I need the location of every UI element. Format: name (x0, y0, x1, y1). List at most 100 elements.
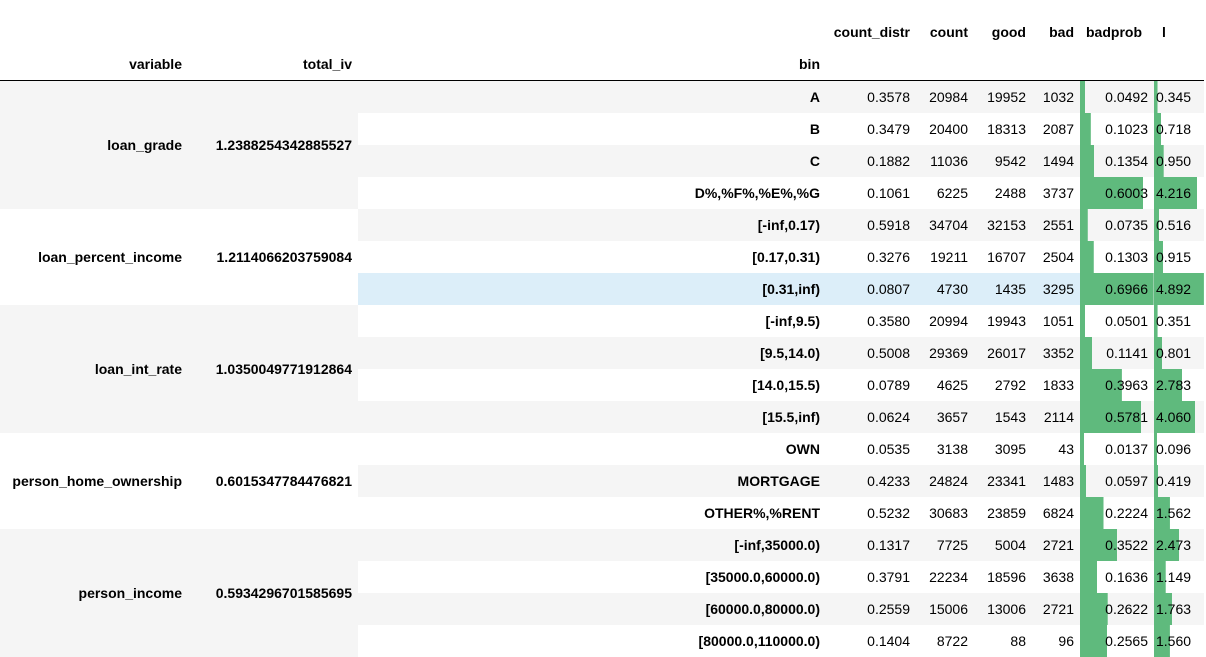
woe-bar-cell: 0.419 (1154, 465, 1204, 497)
bin-cell: A (358, 81, 826, 114)
good-cell: 32153 (974, 209, 1032, 241)
bad-cell: 3295 (1032, 273, 1080, 305)
bad-cell: 2551 (1032, 209, 1080, 241)
total-iv-cell: 1.2388254342885527 (188, 81, 358, 210)
header-total-iv[interactable]: total_iv (188, 48, 358, 81)
good-cell: 19952 (974, 81, 1032, 114)
good-cell: 18313 (974, 113, 1032, 145)
good-cell: 18596 (974, 561, 1032, 593)
bin-cell: D%,%F%,%E%,%G (358, 177, 826, 209)
count-cell: 22234 (916, 561, 974, 593)
bin-cell: [9.5,14.0) (358, 337, 826, 369)
good-cell: 26017 (974, 337, 1032, 369)
badprob-bar-cell: 0.6003 (1080, 177, 1154, 209)
bin-cell: [60000.0,80000.0) (358, 593, 826, 625)
bin-cell: [-inf,0.17) (358, 209, 826, 241)
bad-cell: 1051 (1032, 305, 1080, 337)
bin-cell: B (358, 113, 826, 145)
woe-bar-cell: 0.516 (1154, 209, 1204, 241)
count-cell: 3657 (916, 401, 974, 433)
count-distr-cell: 0.0789 (826, 369, 916, 401)
good-cell: 23341 (974, 465, 1032, 497)
count-distr-cell: 0.0624 (826, 401, 916, 433)
badprob-bar-cell: 0.2224 (1080, 497, 1154, 529)
count-distr-cell: 0.1061 (826, 177, 916, 209)
bad-cell: 1833 (1032, 369, 1080, 401)
blank-header (188, 16, 358, 48)
count-cell: 29369 (916, 337, 974, 369)
good-cell: 1435 (974, 273, 1032, 305)
count-distr-cell: 0.3578 (826, 81, 916, 114)
bad-cell: 3352 (1032, 337, 1080, 369)
variable-cell: person_home_ownership (0, 433, 188, 529)
bin-cell: [15.5,inf) (358, 401, 826, 433)
index-header-row: variable total_iv bin (0, 48, 1204, 81)
bad-cell: 1032 (1032, 81, 1080, 114)
count-distr-cell: 0.0535 (826, 433, 916, 465)
count-distr-cell: 0.1317 (826, 529, 916, 561)
woe-bar-cell: 2.473 (1154, 529, 1204, 561)
bad-cell: 1494 (1032, 145, 1080, 177)
header-bin[interactable]: bin (358, 48, 826, 81)
table-row[interactable]: loan_int_rate1.0350049771912864[-inf,9.5… (0, 305, 1204, 337)
woe-bar-cell: 4.216 (1154, 177, 1204, 209)
bad-cell: 3737 (1032, 177, 1080, 209)
count-cell: 15006 (916, 593, 974, 625)
woe-bar-cell: 0.345 (1154, 81, 1204, 114)
table-row[interactable]: loan_percent_income1.2114066203759084[-i… (0, 209, 1204, 241)
count-distr-cell: 0.5232 (826, 497, 916, 529)
badprob-bar-cell: 0.0501 (1080, 305, 1154, 337)
count-cell: 6225 (916, 177, 974, 209)
header-count-distr[interactable]: count_distr (826, 16, 916, 48)
woe-bar-cell: 1.149 (1154, 561, 1204, 593)
column-header-row: count_distr count good bad badprob l (0, 16, 1204, 48)
bin-cell: [80000.0,110000.0) (358, 625, 826, 657)
good-cell: 2488 (974, 177, 1032, 209)
badprob-bar-cell: 0.3963 (1080, 369, 1154, 401)
bad-cell: 2721 (1032, 529, 1080, 561)
table-row[interactable]: loan_grade1.2388254342885527A0.357820984… (0, 81, 1204, 114)
total-iv-cell: 1.2114066203759084 (188, 209, 358, 305)
good-cell: 88 (974, 625, 1032, 657)
header-badprob[interactable]: badprob (1080, 16, 1154, 48)
header-bad[interactable]: bad (1032, 16, 1080, 48)
bin-cell: [0.17,0.31) (358, 241, 826, 273)
badprob-bar-cell: 0.0597 (1080, 465, 1154, 497)
woe-bar-cell: 1.763 (1154, 593, 1204, 625)
woe-bar-cell: 1.560 (1154, 625, 1204, 657)
header-woe[interactable]: l (1154, 16, 1204, 48)
table-row[interactable]: person_income0.5934296701585695[-inf,350… (0, 529, 1204, 561)
bin-cell: [0.31,inf) (358, 273, 826, 305)
bin-cell: OTHER%,%RENT (358, 497, 826, 529)
count-distr-cell: 0.5918 (826, 209, 916, 241)
count-cell: 34704 (916, 209, 974, 241)
count-distr-cell: 0.3276 (826, 241, 916, 273)
woe-bar-cell: 4.892 (1154, 273, 1204, 305)
good-cell: 16707 (974, 241, 1032, 273)
bad-cell: 3638 (1032, 561, 1080, 593)
count-cell: 3138 (916, 433, 974, 465)
count-distr-cell: 0.3791 (826, 561, 916, 593)
total-iv-cell: 0.6015347784476821 (188, 433, 358, 529)
bad-cell: 2114 (1032, 401, 1080, 433)
woe-bar-cell: 0.718 (1154, 113, 1204, 145)
blank-header (0, 16, 188, 48)
header-good[interactable]: good (974, 16, 1032, 48)
bin-cell: OWN (358, 433, 826, 465)
variable-cell: loan_grade (0, 81, 188, 210)
count-distr-cell: 0.1404 (826, 625, 916, 657)
woe-bar-cell: 1.562 (1154, 497, 1204, 529)
badprob-bar-cell: 0.1636 (1080, 561, 1154, 593)
woe-bar-cell: 0.915 (1154, 241, 1204, 273)
table-row[interactable]: person_home_ownership0.6015347784476821O… (0, 433, 1204, 465)
total-iv-cell: 0.5934296701585695 (188, 529, 358, 657)
header-variable[interactable]: variable (0, 48, 188, 81)
count-distr-cell: 0.1882 (826, 145, 916, 177)
badprob-bar-cell: 0.1354 (1080, 145, 1154, 177)
header-count[interactable]: count (916, 16, 974, 48)
count-cell: 30683 (916, 497, 974, 529)
badprob-bar-cell: 0.1023 (1080, 113, 1154, 145)
badprob-bar-cell: 0.0137 (1080, 433, 1154, 465)
variable-cell: loan_percent_income (0, 209, 188, 305)
good-cell: 13006 (974, 593, 1032, 625)
